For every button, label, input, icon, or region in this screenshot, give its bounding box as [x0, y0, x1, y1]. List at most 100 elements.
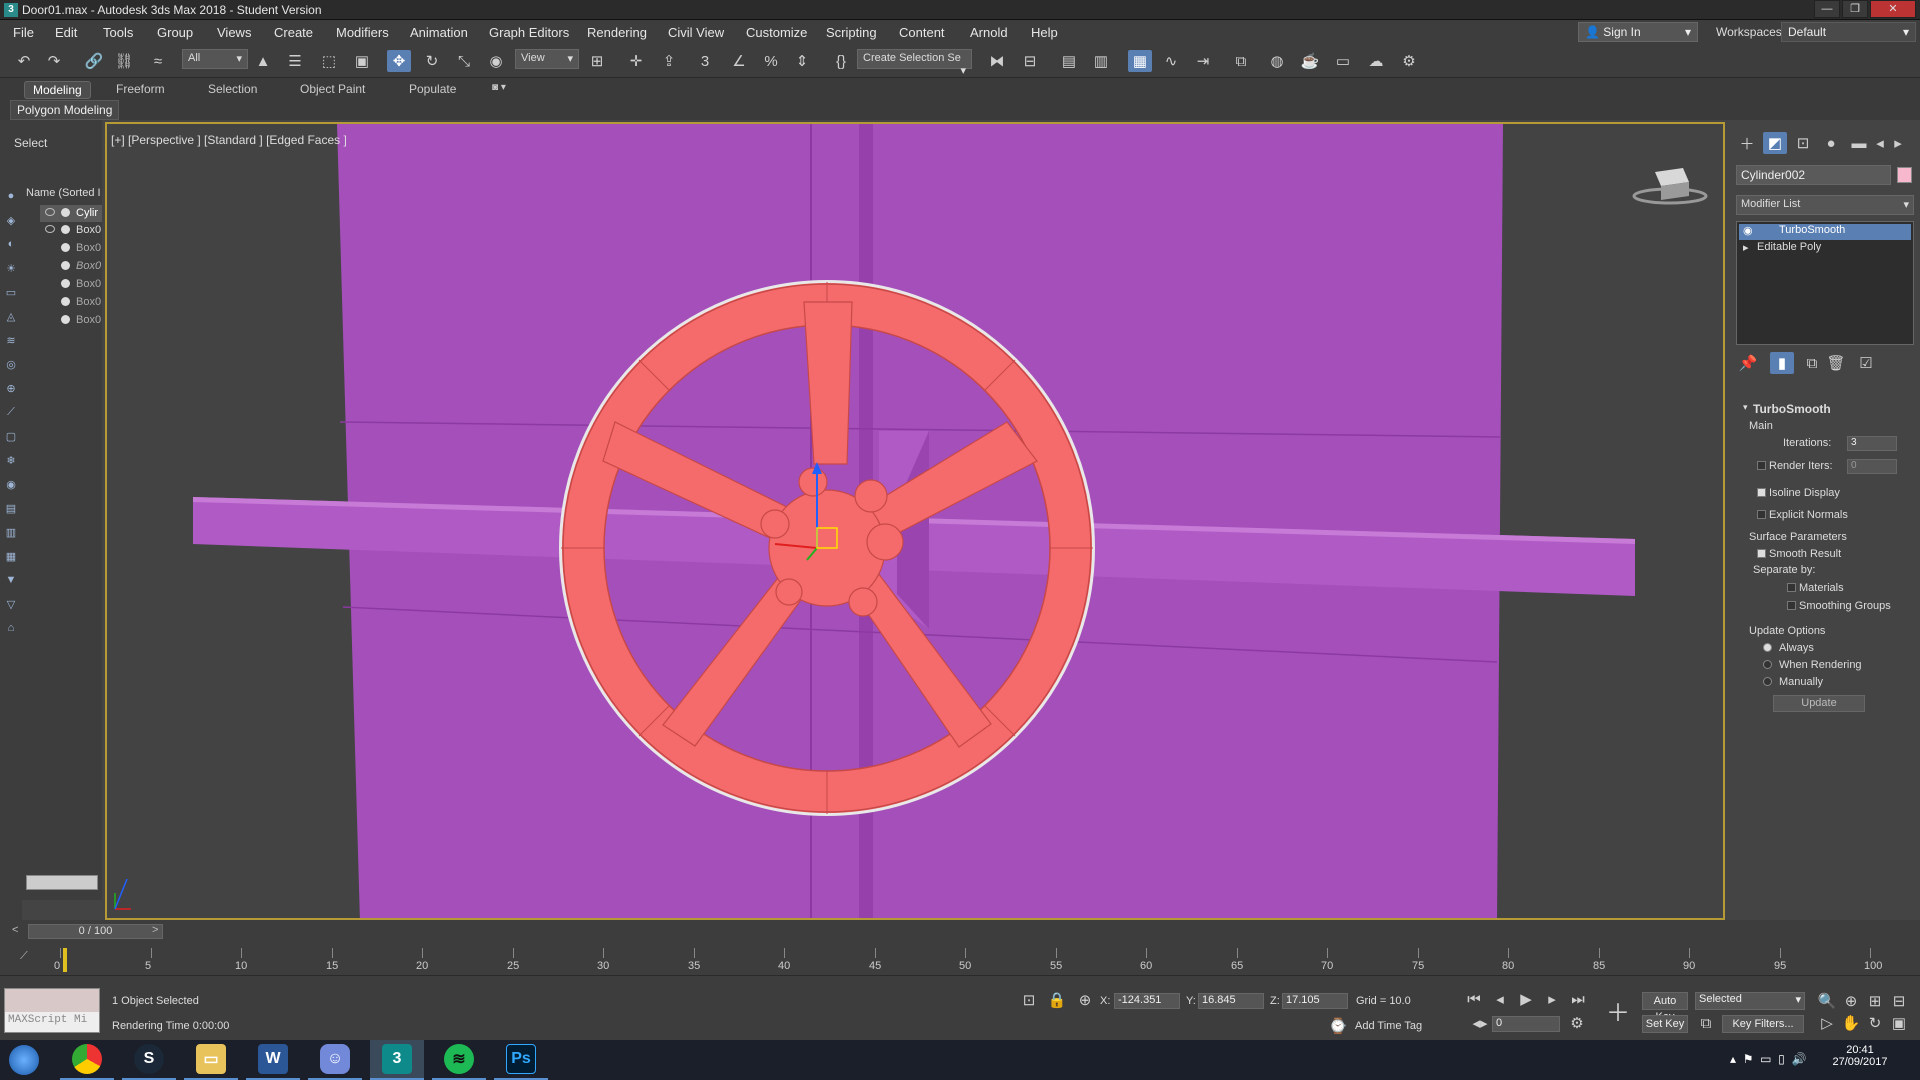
taskbar-photoshop[interactable]: Ps: [494, 1040, 548, 1080]
current-frame-field[interactable]: 0: [1492, 1016, 1560, 1032]
move-icon[interactable]: ✥: [387, 50, 411, 72]
menu-tools[interactable]: Tools: [103, 25, 133, 40]
close-button[interactable]: ✕: [1870, 0, 1916, 18]
object-name-field[interactable]: Cylinder002: [1736, 165, 1891, 185]
network-icon[interactable]: ▭: [1760, 1052, 1771, 1066]
battery-icon[interactable]: ▯: [1778, 1052, 1785, 1066]
undo-icon[interactable]: ↶: [12, 50, 36, 72]
scene-row-box[interactable]: Box0: [40, 312, 102, 329]
display-all-icon[interactable]: ▤: [3, 500, 19, 516]
update-button[interactable]: Update: [1773, 695, 1865, 712]
time-config-icon[interactable]: ⚙: [1568, 1014, 1586, 1032]
orbit-icon[interactable]: ↻: [1866, 1014, 1884, 1032]
scale-icon[interactable]: ⤡: [452, 50, 476, 72]
taskbar-3dsmax[interactable]: 3: [370, 1040, 424, 1080]
display-hidden-icon[interactable]: ◉: [3, 476, 19, 492]
panel-left-arrow-icon[interactable]: ◂: [1873, 132, 1887, 154]
redo-icon[interactable]: ↷: [42, 50, 66, 72]
display-cameras-icon[interactable]: ▭: [3, 284, 19, 300]
menu-rendering[interactable]: Rendering: [587, 25, 647, 40]
curve-editor-mini-icon[interactable]: ⟋: [20, 950, 28, 963]
tab-modeling[interactable]: Modeling: [24, 81, 91, 99]
schematic-view-icon[interactable]: ⧉: [1229, 50, 1253, 72]
add-time-tag[interactable]: Add Time Tag: [1355, 1020, 1422, 1032]
set-key-button[interactable]: Set Key: [1642, 1015, 1688, 1033]
name-column-header[interactable]: Name (Sorted I: [26, 187, 101, 199]
y-coordinate-field[interactable]: 16.845: [1198, 993, 1264, 1009]
reference-coordinate-dropdown[interactable]: View ▾: [515, 49, 579, 69]
curve-editor-icon[interactable]: ∿: [1159, 50, 1183, 72]
select-by-name-icon[interactable]: ☰: [283, 50, 307, 72]
manually-radio[interactable]: [1763, 677, 1772, 686]
scene-row-box[interactable]: Box0: [40, 240, 102, 257]
window-crossing-icon[interactable]: ▣: [350, 50, 374, 72]
taskbar-steam[interactable]: S: [122, 1040, 176, 1080]
timeline-prev-icon[interactable]: <: [12, 924, 18, 936]
motion-tab-icon[interactable]: ●: [1819, 132, 1843, 154]
perspective-viewport[interactable]: [+] [Perspective ] [Standard ] [Edged Fa…: [105, 122, 1725, 920]
rotate-icon[interactable]: ↻: [420, 50, 444, 72]
filter-toggle-icon[interactable]: ▽: [3, 596, 19, 612]
maxscript-listener[interactable]: MAXScript Mi: [4, 988, 100, 1033]
hierarchy-tab-icon[interactable]: ⊡: [1791, 132, 1815, 154]
freeze-icon[interactable]: [61, 297, 70, 306]
scene-row-cylinder[interactable]: Cylir: [40, 205, 102, 222]
toggle-ribbon-icon[interactable]: ▥: [1089, 50, 1113, 72]
menu-content[interactable]: Content: [899, 25, 945, 40]
isolate-selection-icon[interactable]: ⊡: [1018, 990, 1040, 1010]
tab-freeform[interactable]: Freeform: [108, 81, 173, 97]
zoom-all-icon[interactable]: ⊕: [1842, 992, 1860, 1010]
display-frozen-icon[interactable]: ❄: [3, 452, 19, 468]
set-key-icon[interactable]: ＋: [1600, 992, 1636, 1028]
taskbar-word[interactable]: W: [246, 1040, 300, 1080]
tab-object-paint[interactable]: Object Paint: [292, 81, 373, 97]
select-object-icon[interactable]: ▲: [251, 50, 275, 72]
when-rendering-radio[interactable]: [1763, 660, 1772, 669]
x-coordinate-field[interactable]: -124.351: [1114, 993, 1180, 1009]
collapse-icon[interactable]: ▾: [1743, 402, 1748, 413]
menu-file[interactable]: File: [13, 25, 34, 40]
maximize-button[interactable]: ❐: [1842, 0, 1868, 18]
angle-snap-icon[interactable]: ∠: [727, 50, 751, 72]
panel-right-arrow-icon[interactable]: ▸: [1891, 132, 1905, 154]
volume-icon[interactable]: 🔊: [1791, 1052, 1806, 1066]
tray-arrow-icon[interactable]: ▴: [1730, 1052, 1736, 1066]
taskbar-explorer[interactable]: ▭: [184, 1040, 238, 1080]
freeze-icon[interactable]: [61, 315, 70, 324]
scene-row-box[interactable]: Box0: [40, 222, 102, 239]
edit-named-selection-icon[interactable]: {}: [829, 50, 853, 72]
keyboard-shortcut-icon[interactable]: ⇪: [657, 50, 681, 72]
expand-arrow-icon[interactable]: ▸: [1743, 241, 1749, 254]
scene-row-box[interactable]: Box0: [40, 294, 102, 311]
minimize-button[interactable]: —: [1814, 0, 1840, 18]
menu-arnold[interactable]: Arnold: [970, 25, 1008, 40]
bind-space-warp-icon[interactable]: ≈: [146, 50, 170, 72]
menu-create[interactable]: Create: [274, 25, 313, 40]
iterations-spinner[interactable]: 3: [1847, 436, 1897, 451]
layer-icon[interactable]: ⌂: [3, 620, 19, 636]
key-mode-icon[interactable]: ◂▸: [1471, 1014, 1489, 1032]
scene-explorer-scrollbar[interactable]: [26, 875, 98, 890]
workspace-dropdown[interactable]: Default ▾: [1781, 22, 1916, 42]
material-editor-icon[interactable]: ◍: [1265, 50, 1289, 72]
always-radio[interactable]: [1763, 643, 1772, 652]
key-mode-dropdown[interactable]: Selected ▾: [1695, 992, 1805, 1010]
selection-filter-dropdown[interactable]: All ▾: [182, 49, 248, 69]
display-shapes-icon[interactable]: ◐: [3, 236, 19, 252]
create-tab-icon[interactable]: ＋: [1735, 132, 1759, 154]
dope-sheet-icon[interactable]: ⇥: [1191, 50, 1215, 72]
render-setup-icon[interactable]: ☕: [1298, 50, 1322, 72]
smoothing-groups-checkbox[interactable]: [1787, 601, 1796, 610]
maximize-viewport-icon[interactable]: ▣: [1890, 1014, 1908, 1032]
display-bones-icon[interactable]: ⟋: [3, 404, 19, 420]
system-tray[interactable]: ▴ ⚑ ▭ ▯ 🔊: [1730, 1052, 1806, 1066]
start-button[interactable]: [4, 1041, 44, 1079]
key-filters-button[interactable]: Key Filters...: [1722, 1015, 1804, 1033]
menu-civil-view[interactable]: Civil View: [668, 25, 724, 40]
freeze-icon[interactable]: [61, 225, 70, 234]
menu-help[interactable]: Help: [1031, 25, 1058, 40]
snaps-icon[interactable]: 3: [693, 50, 717, 72]
tab-selection[interactable]: Selection: [200, 81, 265, 97]
taskbar-discord[interactable]: ☺: [308, 1040, 362, 1080]
zoom-extents-icon[interactable]: ⊞: [1866, 992, 1884, 1010]
